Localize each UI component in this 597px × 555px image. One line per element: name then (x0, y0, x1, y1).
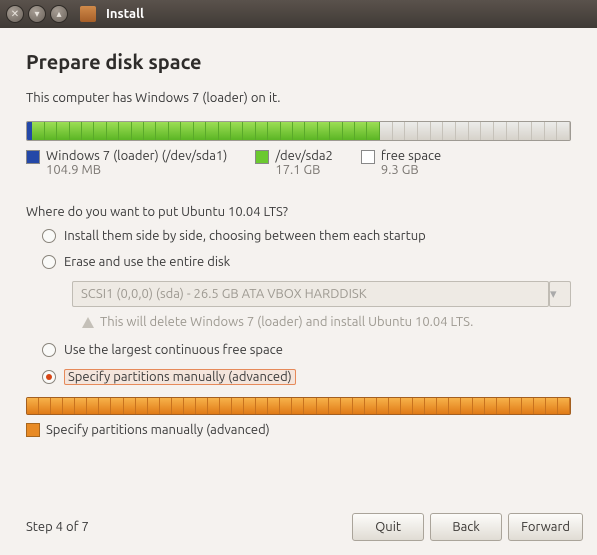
option-manual[interactable]: Specify partitions manually (advanced) (42, 369, 571, 385)
option-largest-free[interactable]: Use the largest continuous free space (42, 343, 571, 357)
content-area: Prepare disk space This computer has Win… (0, 28, 597, 555)
window-title: Install (106, 7, 144, 21)
disk-usage-bar (26, 121, 571, 141)
legend-item-sda1: Windows 7 (loader) (/dev/sda1) 104.9 MB (26, 149, 227, 177)
question-text: Where do you want to put Ubuntu 10.04 LT… (26, 205, 571, 219)
disk-seg-sda2 (32, 122, 380, 140)
warning-icon (82, 317, 94, 328)
detected-os-text: This computer has Windows 7 (loader) on … (26, 91, 571, 105)
maximize-icon[interactable]: ▴ (50, 5, 68, 23)
warning-text: This will delete Windows 7 (loader) and … (100, 315, 473, 329)
app-icon (80, 6, 96, 22)
radio-manual[interactable] (42, 370, 56, 384)
install-window: ✕ ▾ ▴ Install Prepare disk space This co… (0, 0, 597, 555)
legend-label: Windows 7 (loader) (/dev/sda1) (46, 149, 227, 163)
close-icon[interactable]: ✕ (6, 5, 24, 23)
legend-sub: 17.1 GB (275, 163, 333, 177)
minimize-icon[interactable]: ▾ (28, 5, 46, 23)
legend-sub: 9.3 GB (381, 163, 441, 177)
swatch-orange-icon (26, 423, 40, 437)
option-label: Install them side by side, choosing betw… (64, 229, 426, 243)
disk-seg-free (380, 122, 570, 140)
legend-label: /dev/sda2 (275, 149, 333, 163)
option-label: Use the largest continuous free space (64, 343, 283, 357)
swatch-blue-icon (26, 150, 40, 164)
swatch-green-icon (255, 150, 269, 164)
erase-warning-row: This will delete Windows 7 (loader) and … (42, 315, 571, 329)
dropdown-value: SCSI1 (0,0,0) (sda) - 26.5 GB ATA VBOX H… (81, 287, 367, 301)
legend-label: free space (381, 149, 441, 163)
legend-sub: 104.9 MB (46, 163, 227, 177)
bottom-legend: Specify partitions manually (advanced) (26, 423, 571, 437)
legend-item-sda2: /dev/sda2 17.1 GB (255, 149, 333, 177)
options-group: Install them side by side, choosing betw… (26, 229, 571, 385)
manual-partition-bar (26, 397, 571, 415)
option-side-by-side[interactable]: Install them side by side, choosing betw… (42, 229, 571, 243)
radio-erase[interactable] (42, 255, 56, 269)
titlebar[interactable]: ✕ ▾ ▴ Install (0, 0, 597, 28)
radio-largest-free[interactable] (42, 343, 56, 357)
disk-select-dropdown[interactable]: SCSI1 (0,0,0) (sda) - 26.5 GB ATA VBOX H… (72, 281, 549, 307)
page-title: Prepare disk space (26, 50, 571, 73)
disk-legend: Windows 7 (loader) (/dev/sda1) 104.9 MB … (26, 149, 571, 177)
option-erase[interactable]: Erase and use the entire disk (42, 255, 571, 269)
option-label: Specify partitions manually (advanced) (64, 369, 296, 385)
dropdown-arrow-icon[interactable]: ▾ (549, 281, 571, 307)
radio-side-by-side[interactable] (42, 229, 56, 243)
option-label: Erase and use the entire disk (64, 255, 230, 269)
step-indicator: Step 4 of 7 (26, 520, 89, 534)
back-button[interactable]: Back (430, 513, 502, 541)
forward-button[interactable]: Forward (508, 513, 583, 541)
footer: Step 4 of 7 Quit Back Forward (26, 513, 583, 541)
quit-button[interactable]: Quit (352, 513, 424, 541)
bottom-summary-text: Specify partitions manually (advanced) (46, 423, 270, 437)
swatch-free-icon (361, 150, 375, 164)
legend-item-free: free space 9.3 GB (361, 149, 441, 177)
